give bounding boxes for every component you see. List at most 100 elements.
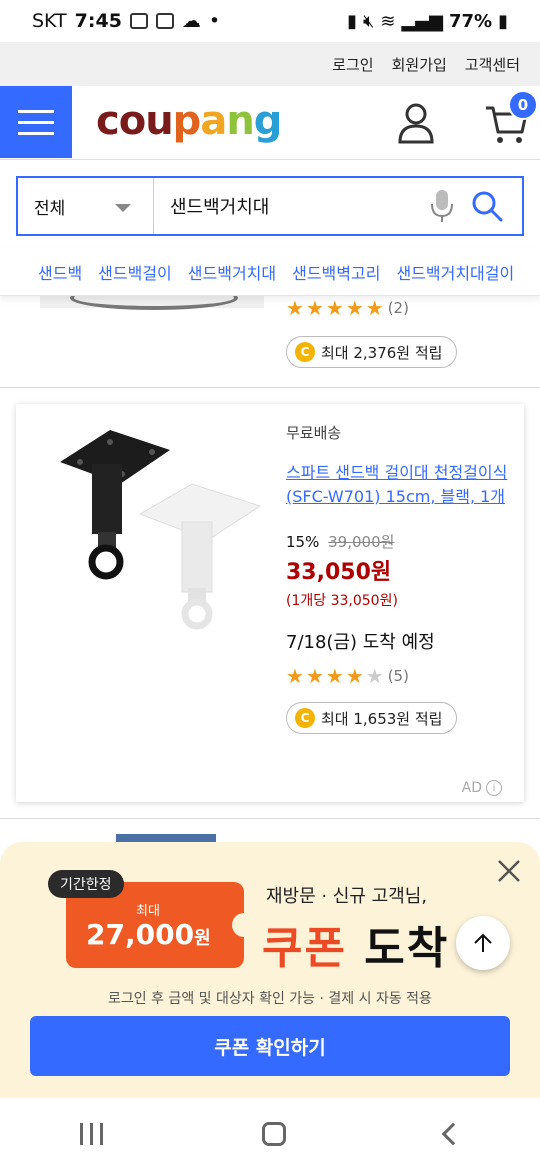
star-icon: ★ (305, 664, 324, 688)
wifi-icon: ≋ (380, 10, 396, 32)
ad-label[interactable]: AD i (462, 780, 502, 796)
coupang-logo[interactable]: coupang (96, 98, 283, 144)
customer-center-link[interactable]: 고객센터 (465, 54, 520, 75)
rating-row: ★ ★ ★ ★ ★ (5) (286, 666, 512, 686)
status-bar: SKT 7:45 ☁ • ▮ 🔇︎ ≋ ▂▄▆ 77% ▮ (0, 0, 540, 42)
coupang-cash-icon: C (295, 342, 315, 362)
related-search-item[interactable]: 샌드백 (38, 260, 82, 284)
rating-count: (2) (387, 299, 409, 317)
product-card[interactable]: 무료배송 스파트 샌드백 걸이대 천정걸이식(SFC-W701) 15cm, 블… (16, 404, 524, 802)
headline-red: 쿠폰 (262, 923, 347, 974)
menu-button[interactable] (0, 86, 72, 158)
star-empty-icon: ★ (365, 664, 384, 688)
coupon-amount: 27,000원 (86, 918, 211, 951)
original-price: 39,000원 (328, 533, 395, 551)
logo-part: p (172, 98, 202, 144)
logo-part: a (200, 98, 227, 144)
battery-icon: ▮ (498, 10, 508, 32)
dot-icon: • (208, 10, 221, 32)
star-icon: ★ (325, 296, 344, 320)
hamburger-line (18, 120, 54, 124)
star-icon: ★ (305, 296, 324, 320)
related-searches: 샌드백 샌드백걸이 샌드백거치대 샌드백벽고리 샌드백거치대걸이 (0, 248, 540, 296)
chevron-down-icon (115, 204, 131, 212)
arrival-date: 7/18(금) 도착 예정 (286, 632, 435, 653)
battery-percent: 77% (449, 10, 493, 32)
free-shipping-label: 무료배송 (286, 424, 342, 442)
product-image (40, 286, 264, 310)
product-title-link[interactable]: 스파트 샌드백 걸이대 천정걸이식(SFC-W701) 15cm, 블랙, 1개 (286, 461, 512, 509)
carrier: SKT (32, 10, 67, 32)
lock-icon: ▮ (347, 10, 358, 32)
clock: 7:45 (74, 10, 122, 32)
star-icon: ★ (286, 296, 304, 320)
check-coupon-button[interactable]: 쿠폰 확인하기 (30, 1016, 510, 1076)
reward-text: 최대 2,376원 적립 (321, 343, 443, 362)
search-input[interactable]: 샌드백거치대 (154, 178, 428, 234)
product-info: 무료배송 스파트 샌드백 걸이대 천정걸이식(SFC-W701) 15cm, 블… (286, 422, 512, 734)
signal-icon: ▂▄▆ (401, 10, 443, 32)
related-search-item[interactable]: 샌드백벽고리 (292, 260, 380, 284)
scroll-to-top-button[interactable] (456, 916, 510, 970)
info-icon: i (486, 780, 502, 796)
discount-rate: 15% (286, 533, 320, 551)
reward-badge: C 최대 1,653원 적립 (286, 702, 458, 734)
cart-count-badge: 0 (508, 90, 538, 120)
top-links: 로그인 회원가입 고객센터 (0, 42, 540, 86)
search-category-select[interactable]: 전체 (18, 178, 154, 234)
cloud-icon: ☁ (181, 10, 201, 32)
related-search-item[interactable]: 샌드백거치대걸이 (396, 260, 514, 284)
star-rating: ★ ★ ★ ★ ★ (286, 666, 384, 686)
star-icon: ★ (345, 664, 364, 688)
arrow-up-icon (474, 933, 492, 952)
product-image[interactable] (40, 422, 268, 632)
search-icon[interactable] (470, 189, 504, 223)
divider (0, 818, 540, 819)
home-icon[interactable] (261, 1122, 286, 1146)
popup-subtitle: 재방문 · 신규 고객님, (266, 886, 428, 907)
coupon-label: 최대 (136, 904, 160, 919)
rating-count: (5) (387, 667, 409, 685)
limited-time-badge: 기간한정 (48, 870, 124, 898)
coupon-popup: 기간한정 최대 27,000원 재방문 · 신규 고객님, 쿠폰 도착 로그인 … (0, 842, 540, 1098)
signup-link[interactable]: 회원가입 (392, 54, 447, 75)
star-icon: ★ (365, 296, 384, 320)
logo-part: cou (96, 98, 174, 144)
star-icon: ★ (286, 664, 304, 688)
ad-text: AD (461, 780, 482, 796)
rating-row: ★ ★ ★ ★ ★ (2) (286, 298, 409, 318)
user-icon[interactable] (396, 102, 436, 144)
mute-icon: 🔇︎ (363, 10, 375, 32)
headline-black: 도착 (364, 923, 450, 974)
hamburger-line (18, 131, 54, 135)
product-item-previous[interactable]: ★ ★ ★ ★ ★ (2) C 최대 2,376원 적립 (0, 286, 540, 388)
login-link[interactable]: 로그인 (332, 54, 373, 75)
system-nav-bar (0, 1098, 540, 1170)
gallery-icon (129, 13, 148, 29)
popup-headline: 쿠폰 도착 (262, 912, 449, 976)
discount-line: 15% 39,000원 (286, 531, 512, 552)
recent-apps-icon[interactable] (79, 1123, 103, 1145)
sale-price: 33,050원 (286, 560, 392, 585)
hamburger-icon (18, 109, 54, 113)
related-search-item[interactable]: 샌드백걸이 (98, 260, 172, 284)
logo-part: n (226, 98, 255, 144)
related-search-item[interactable]: 샌드백거치대 (188, 260, 276, 284)
star-rating: ★ ★ ★ ★ ★ (286, 298, 384, 318)
coupang-cash-icon: C (295, 708, 315, 728)
reward-badge: C 최대 2,376원 적립 (286, 336, 458, 368)
logo-part: g (253, 98, 283, 144)
coupon-amount-unit: 원 (194, 928, 211, 949)
popup-note: 로그인 후 금액 및 대상자 확인 가능 · 결제 시 자동 적용 (108, 991, 432, 1007)
star-icon: ★ (325, 664, 344, 688)
search-category-label: 전체 (34, 198, 66, 219)
unit-price: (1개당 33,050원) (286, 593, 398, 609)
search-bar: 전체 샌드백거치대 (16, 176, 524, 236)
back-icon[interactable] (441, 1122, 464, 1146)
close-icon[interactable] (496, 858, 522, 884)
star-icon: ★ (345, 296, 364, 320)
coupon-amount-value: 27,000 (86, 918, 195, 951)
microphone-icon[interactable] (428, 188, 456, 224)
mail-icon (155, 13, 174, 29)
reward-text: 최대 1,653원 적립 (321, 709, 443, 728)
